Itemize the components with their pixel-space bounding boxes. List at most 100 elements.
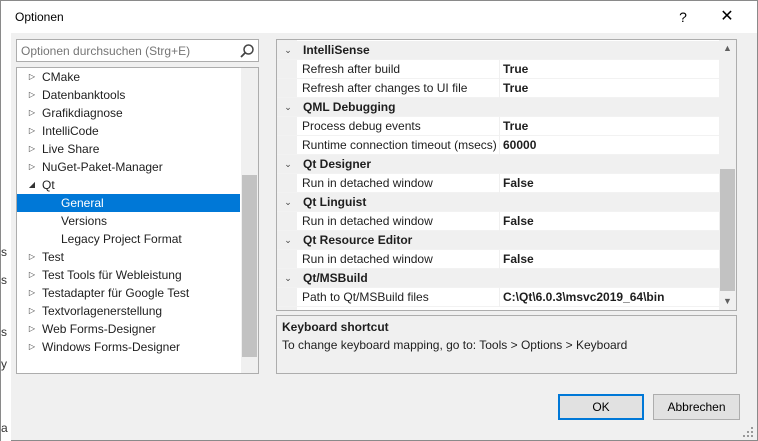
- collapse-chevron-icon[interactable]: ⌄: [277, 41, 299, 60]
- help-icon[interactable]: ?: [663, 1, 703, 33]
- collapsed-arrow-icon[interactable]: ▷: [27, 266, 37, 284]
- column-divider[interactable]: [499, 174, 500, 193]
- property-grid-scrollbar-thumb[interactable]: [720, 169, 735, 291]
- tree-item[interactable]: ▷ Datenbanktools: [17, 86, 240, 104]
- background-text: s: [1, 325, 7, 339]
- ok-button[interactable]: OK: [558, 394, 644, 420]
- tree-item-label: Windows Forms-Designer: [42, 340, 181, 354]
- property-row[interactable]: Run in detached window False: [277, 174, 719, 193]
- resize-grip-icon[interactable]: [741, 425, 755, 439]
- column-divider[interactable]: [499, 250, 500, 269]
- property-category[interactable]: ⌄ Qt Linguist: [277, 193, 719, 212]
- column-divider[interactable]: [499, 60, 500, 79]
- scroll-down-icon[interactable]: ▼: [719, 293, 736, 310]
- tree-item[interactable]: ▷ Live Share: [17, 140, 240, 158]
- property-row[interactable]: Refresh after changes to UI file True: [277, 79, 719, 98]
- property-name: Run in detached window: [302, 252, 433, 266]
- collapsed-arrow-icon[interactable]: ▷: [27, 122, 37, 140]
- property-name: Refresh after changes to UI file: [302, 81, 468, 95]
- collapse-chevron-icon[interactable]: ⌄: [277, 155, 299, 174]
- collapse-chevron-icon[interactable]: ⌄: [277, 98, 299, 117]
- cancel-button[interactable]: Abbrechen: [653, 394, 740, 420]
- property-value[interactable]: C:\Qt\6.0.3\msvc2019_64\bin: [503, 288, 664, 307]
- property-value[interactable]: False: [503, 250, 534, 269]
- collapsed-arrow-icon[interactable]: ▷: [27, 158, 37, 176]
- collapsed-arrow-icon[interactable]: ▷: [27, 86, 37, 104]
- property-value[interactable]: True: [503, 79, 528, 98]
- scroll-up-icon[interactable]: ▲: [719, 40, 736, 57]
- tree-item[interactable]: Legacy Project Format: [17, 230, 240, 248]
- property-grid-scrollbar[interactable]: ▲ ▼: [719, 40, 736, 310]
- property-value[interactable]: True: [503, 60, 528, 79]
- property-category-label: QML Debugging: [303, 100, 396, 114]
- property-row[interactable]: Process debug events True: [277, 117, 719, 136]
- search-input[interactable]: [21, 42, 231, 59]
- property-value[interactable]: 60000: [503, 136, 536, 155]
- options-dialog: Optionen ? ✕ s s s y a ▷ CMake ▷ Datenbankt…: [0, 0, 758, 441]
- tree-item[interactable]: ▷ Test Tools für Webleistung: [17, 266, 240, 284]
- collapse-chevron-icon[interactable]: ⌄: [277, 193, 299, 212]
- collapse-chevron-icon[interactable]: ⌄: [277, 231, 299, 250]
- tree-item[interactable]: ◢ Qt: [17, 176, 240, 194]
- column-divider[interactable]: [499, 212, 500, 231]
- property-grid: ⌄ IntelliSense Refresh after build True Refr…: [276, 39, 737, 311]
- tree-item[interactable]: ▷ IntelliCode: [17, 122, 240, 140]
- tree-scrollbar-thumb[interactable]: [242, 175, 257, 357]
- tree-item-label: NuGet-Paket-Manager: [42, 160, 163, 174]
- collapsed-arrow-icon[interactable]: ▷: [27, 68, 37, 86]
- collapsed-arrow-icon[interactable]: ▷: [27, 320, 37, 338]
- column-divider[interactable]: [499, 136, 500, 155]
- collapsed-arrow-icon[interactable]: ▷: [27, 302, 37, 320]
- tree-item-label: Live Share: [42, 142, 100, 156]
- collapsed-arrow-icon[interactable]: ▷: [27, 284, 37, 302]
- collapsed-arrow-icon[interactable]: ▷: [27, 338, 37, 356]
- property-row[interactable]: Refresh after build True: [277, 60, 719, 79]
- tree-item[interactable]: ▷ Grafikdiagnose: [17, 104, 240, 122]
- tree-scrollbar[interactable]: [241, 68, 258, 373]
- tree-item-label: Versions: [61, 214, 108, 228]
- tree-item[interactable]: Versions: [17, 212, 240, 230]
- property-row[interactable]: Run in detached window False: [277, 250, 719, 269]
- tree-item[interactable]: ▷ CMake: [17, 68, 240, 86]
- expanded-arrow-icon[interactable]: ◢: [27, 176, 37, 194]
- collapsed-arrow-icon[interactable]: ▷: [27, 140, 37, 158]
- collapsed-arrow-icon[interactable]: ▷: [27, 104, 37, 122]
- description-title: Keyboard shortcut: [282, 320, 389, 334]
- tree-item[interactable]: ▷ Textvorlagenerstellung: [17, 302, 240, 320]
- options-tree: ▷ CMake ▷ Datenbanktools ▷ Grafikdiagnose ▷ Int…: [16, 67, 259, 374]
- tree-item-label: Textvorlagenerstellung: [42, 304, 163, 318]
- column-divider[interactable]: [499, 79, 500, 98]
- property-category-label: IntelliSense: [303, 43, 370, 57]
- tree-item[interactable]: ▷ Test: [17, 248, 240, 266]
- background-text: a: [1, 421, 8, 435]
- property-value[interactable]: False: [503, 212, 534, 231]
- close-icon[interactable]: ✕: [707, 1, 747, 33]
- column-divider[interactable]: [499, 117, 500, 136]
- tree-item[interactable]: ▷ Windows Forms-Designer: [17, 338, 240, 356]
- tree-item[interactable]: ▷ Testadapter für Google Test: [17, 284, 240, 302]
- property-category[interactable]: ⌄ QML Debugging: [277, 98, 719, 117]
- property-row[interactable]: Run in detached window False: [277, 212, 719, 231]
- search-icon[interactable]: [239, 43, 255, 59]
- property-category-label: Qt/MSBuild: [303, 271, 368, 285]
- property-category-label: Qt Resource Editor: [303, 233, 413, 247]
- column-divider[interactable]: [499, 288, 500, 307]
- collapse-chevron-icon[interactable]: ⌄: [277, 269, 299, 288]
- property-category[interactable]: ⌄ Qt Designer: [277, 155, 719, 174]
- property-category[interactable]: ⌄ Qt Resource Editor: [277, 231, 719, 250]
- tree-item-label: Test Tools für Webleistung: [42, 268, 182, 282]
- property-value[interactable]: True: [503, 117, 528, 136]
- options-search-box[interactable]: [16, 39, 259, 62]
- property-row[interactable]: Runtime connection timeout (msecs) 60000: [277, 136, 719, 155]
- property-category[interactable]: ⌄ IntelliSense: [277, 41, 719, 60]
- property-value[interactable]: False: [503, 174, 534, 193]
- tree-item[interactable]: ▷ NuGet-Paket-Manager: [17, 158, 240, 176]
- background-text: s: [1, 245, 7, 259]
- tree-item[interactable]: ▷ Web Forms-Designer: [17, 320, 240, 338]
- tree-item[interactable]: General: [17, 194, 240, 212]
- property-row[interactable]: Path to Qt/MSBuild files C:\Qt\6.0.3\msvc…: [277, 288, 719, 307]
- collapsed-arrow-icon[interactable]: ▷: [27, 248, 37, 266]
- tree-item-label: General: [61, 196, 104, 210]
- property-category[interactable]: ⌄ Qt/MSBuild: [277, 269, 719, 288]
- background-window-edge: s s s y a: [1, 33, 11, 441]
